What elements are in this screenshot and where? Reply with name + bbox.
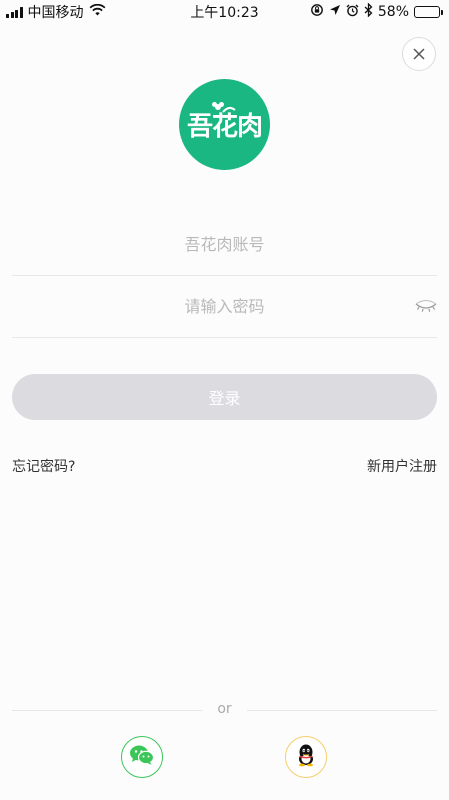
register-link[interactable]: 新用户注册	[367, 456, 437, 476]
eye-closed-icon[interactable]	[415, 298, 437, 314]
close-icon	[413, 45, 425, 64]
carrier-label: 中国移动	[27, 5, 84, 21]
password-input[interactable]	[12, 276, 437, 337]
login-button[interactable]: 登录	[12, 374, 437, 420]
battery-icon	[414, 6, 443, 18]
signal-icon	[6, 6, 23, 18]
or-label: or	[217, 701, 232, 717]
password-field	[12, 276, 437, 338]
logo-flower-icon	[212, 102, 236, 113]
account-field	[12, 214, 437, 276]
divider-line-right	[247, 710, 437, 711]
qq-login-button[interactable]	[285, 736, 327, 778]
alarm-icon	[346, 4, 359, 21]
location-icon	[329, 4, 341, 20]
wifi-icon	[89, 3, 106, 20]
bluetooth-icon	[364, 2, 373, 21]
status-bar: 中国移动 上午10:23 58%	[0, 0, 449, 24]
forgot-password-link[interactable]: 忘记密码?	[12, 456, 75, 476]
wechat-login-button[interactable]	[121, 736, 163, 778]
login-screen: 中国移动 上午10:23 58% 吾花肉 吾花肉账号 登录 忘记密码? 新用户注…	[0, 0, 449, 800]
close-button[interactable]	[402, 37, 436, 71]
app-logo: 吾花肉	[179, 79, 270, 170]
or-divider: or	[12, 700, 437, 720]
wechat-icon	[129, 744, 155, 770]
battery-percent: 58%	[377, 4, 409, 20]
qq-icon	[296, 743, 316, 771]
account-input[interactable]	[12, 214, 437, 275]
orientation-lock-icon	[310, 3, 324, 21]
